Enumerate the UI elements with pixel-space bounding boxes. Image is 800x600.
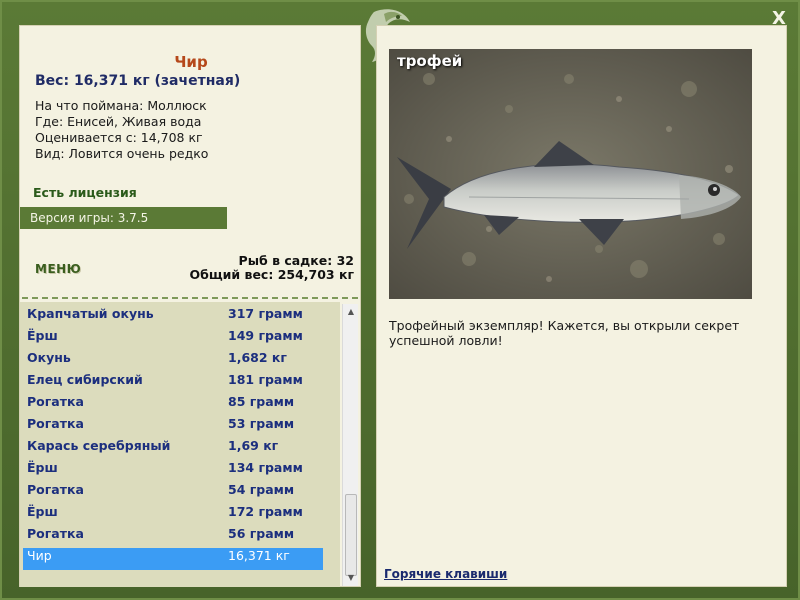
scroll-down-arrow-icon[interactable]: ▼ [343, 570, 359, 586]
version-label: Версия игры: 3.7.5 [20, 207, 227, 229]
list-item-weight: 54 грамм [228, 482, 295, 497]
threshold-info: Оценивается с: 14,708 кг [35, 130, 203, 145]
list-item-name: Крапчатый окунь [27, 306, 154, 321]
list-item-weight: 1,682 кг [228, 350, 287, 365]
list-item-name: Рогатка [27, 482, 84, 497]
location-info: Где: Енисей, Живая вода [35, 114, 202, 129]
list-item-name: Окунь [27, 350, 71, 365]
list-item[interactable]: Крапчатый окунь 317 грамм [23, 306, 323, 328]
list-item-selected[interactable]: Чир 16,371 кг [23, 548, 323, 570]
list-item[interactable]: Рогатка 54 грамм [23, 482, 323, 504]
list-item-name: Ёрш [27, 328, 58, 343]
list-item-weight: 56 грамм [228, 526, 295, 541]
list-item-weight: 149 грамм [228, 328, 303, 343]
list-item-weight: 53 грамм [228, 416, 295, 431]
list-item[interactable]: Елец сибирский 181 грамм [23, 372, 323, 394]
list-item[interactable]: Ёрш 172 грамм [23, 504, 323, 526]
list-item-name: Ёрш [27, 504, 58, 519]
scroll-up-arrow-icon[interactable]: ▲ [343, 304, 359, 320]
list-item[interactable]: Окунь 1,682 кг [23, 350, 323, 372]
rarity-info: Вид: Ловится очень редко [35, 146, 209, 161]
list-item[interactable]: Карась серебряный 1,69 кг [23, 438, 323, 460]
catch-list[interactable]: Крапчатый окунь 317 грамм Ёрш 149 грамм … [20, 302, 340, 587]
list-item-name: Карась серебряный [27, 438, 171, 453]
list-item[interactable]: Ёрш 149 грамм [23, 328, 323, 350]
list-item-weight: 134 грамм [228, 460, 303, 475]
trophy-description: Трофейный экземпляр! Кажется, вы открыли… [389, 318, 740, 348]
list-item-name: Ёрш [27, 460, 58, 475]
list-item-weight: 16,371 кг [228, 548, 290, 563]
list-item-weight: 317 грамм [228, 306, 303, 321]
trophy-label: трофей [397, 52, 463, 70]
list-item[interactable]: Рогатка 53 грамм [23, 416, 323, 438]
divider [22, 297, 358, 299]
list-item-name: Рогатка [27, 394, 84, 409]
list-item-name: Рогатка [27, 416, 84, 431]
list-item[interactable]: Рогатка 85 грамм [23, 394, 323, 416]
list-item-weight: 1,69 кг [228, 438, 279, 453]
catch-info-panel: Чир Вес: 16,371 кг (зачетная) На что пой… [19, 25, 361, 587]
list-item-weight: 181 грамм [228, 372, 303, 387]
fish-photo-image [389, 49, 752, 299]
fish-photo: трофей [389, 49, 752, 299]
list-scrollbar[interactable]: ▲ ▼ [342, 304, 358, 586]
trophy-panel: трофей Трофейный экземпляр! Кажется, вы … [376, 25, 787, 587]
game-window: X Чир Вес: 16,371 кг (зачетная) На что п… [0, 0, 800, 600]
list-item-name: Елец сибирский [27, 372, 143, 387]
keepnet-total-weight: Общий вес: 254,703 кг [189, 267, 355, 282]
list-item-weight: 172 грамм [228, 504, 303, 519]
list-item-name: Чир [27, 548, 52, 563]
list-item-name: Рогатка [27, 526, 84, 541]
list-item[interactable]: Ёрш 134 грамм [23, 460, 323, 482]
fish-name: Чир [174, 53, 208, 71]
list-item-weight: 85 грамм [228, 394, 295, 409]
hotkeys-link[interactable]: Горячие клавиши [384, 567, 507, 581]
list-item[interactable]: Рогатка 56 грамм [23, 526, 323, 548]
license-status: Есть лицензия [33, 185, 137, 200]
scroll-thumb[interactable] [345, 494, 357, 576]
menu-button[interactable]: МЕНЮ [35, 262, 81, 276]
fish-weight: Вес: 16,371 кг (зачетная) [35, 73, 241, 89]
bait-info: На что поймана: Моллюск [35, 98, 207, 113]
keepnet-count: Рыб в садке: 32 [238, 253, 354, 268]
